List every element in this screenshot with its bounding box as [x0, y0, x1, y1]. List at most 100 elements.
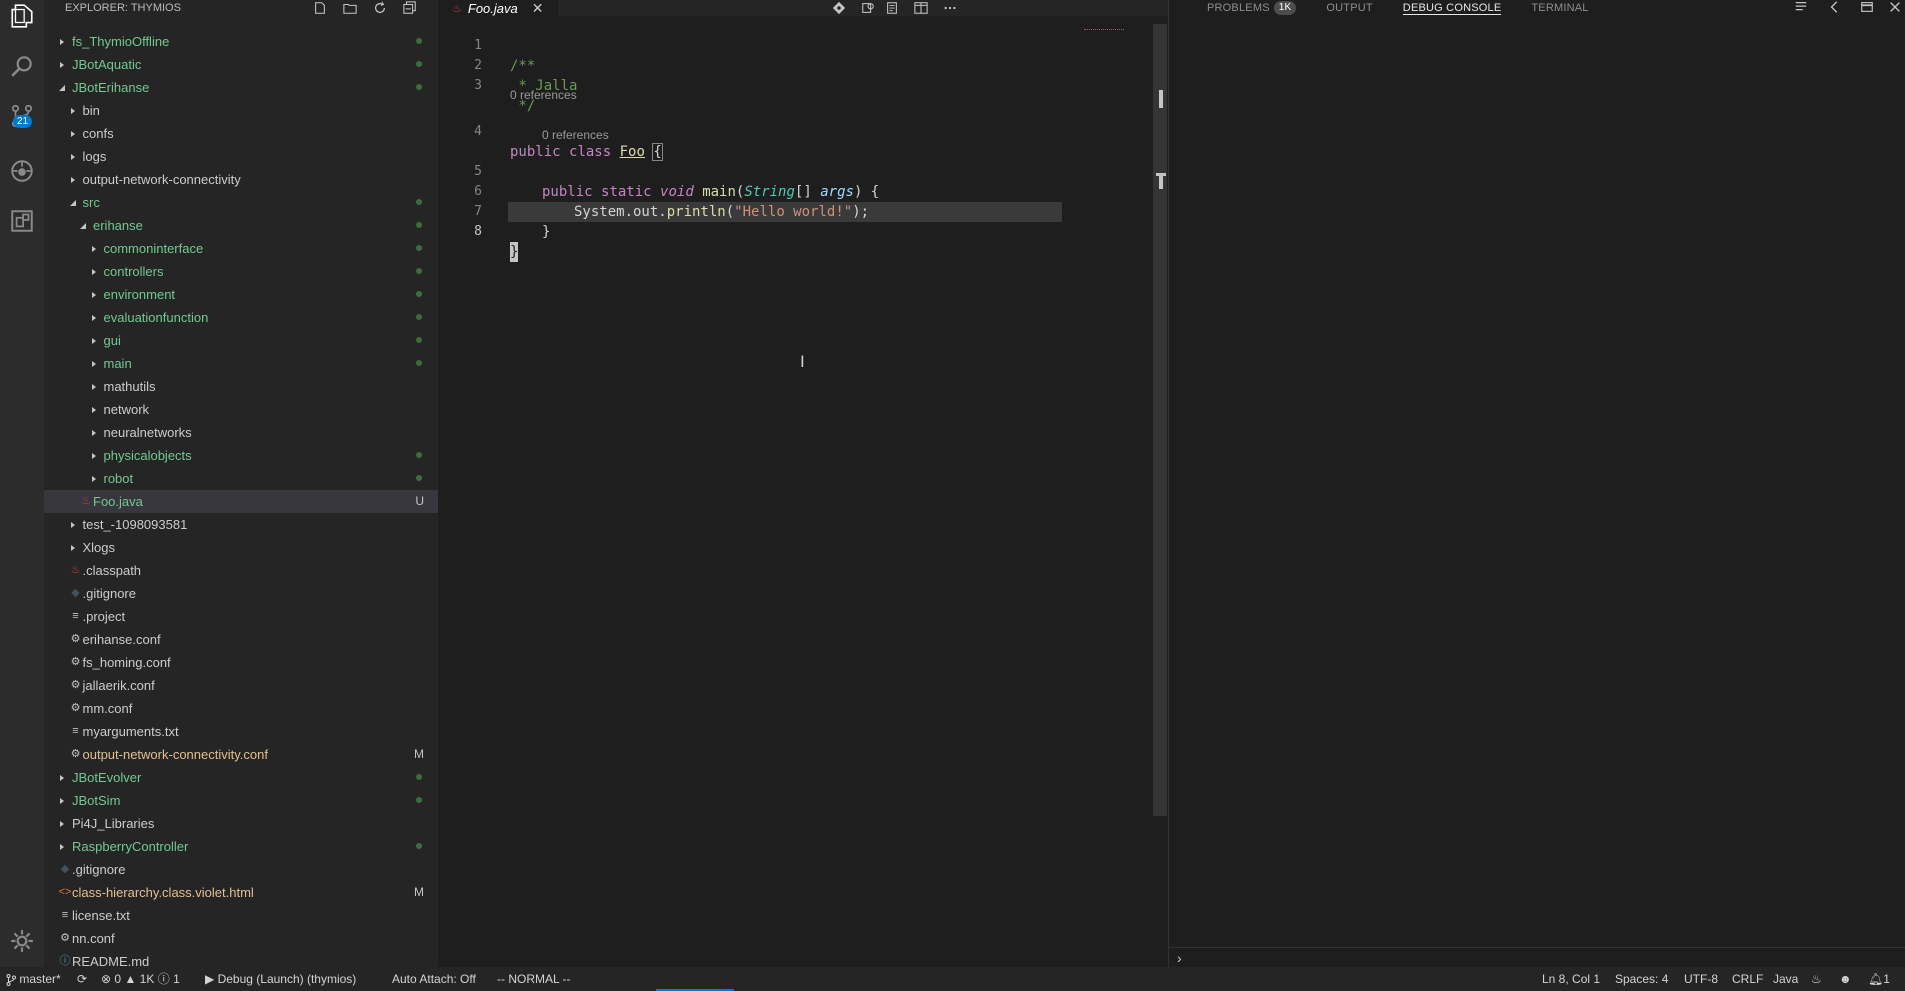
tab-debug-console[interactable]: DEBUG CONSOLE: [1402, 2, 1502, 15]
chevron-right-icon[interactable]: [88, 283, 100, 306]
line-ending-setting[interactable]: CRLF: [1732, 967, 1763, 991]
tree-folder[interactable]: confs: [44, 122, 438, 145]
chevron-right-icon[interactable]: [56, 835, 68, 858]
tree-folder[interactable]: JBotAquatic: [44, 53, 438, 76]
chevron-right-icon[interactable]: [56, 30, 68, 53]
tree-folder[interactable]: JBotSim: [44, 789, 438, 812]
tab-terminal[interactable]: TERMINAL: [1531, 2, 1588, 14]
editor-scrollbar[interactable]: [1153, 24, 1167, 816]
tree-folder[interactable]: src: [44, 191, 438, 214]
tree-folder[interactable]: physicalobjects: [44, 444, 438, 467]
tree-folder[interactable]: fs_ThymioOffline: [44, 30, 438, 53]
tree-file[interactable]: ⚙ output-network-connectivity.conf M: [44, 743, 438, 766]
tree-folder[interactable]: network: [44, 398, 438, 421]
auto-attach-toggle[interactable]: Auto Attach: Off: [392, 967, 476, 991]
tree-folder[interactable]: robot: [44, 467, 438, 490]
tree-folder[interactable]: output-network-connectivity: [44, 168, 438, 191]
files-icon[interactable]: [6, 0, 38, 32]
chevron-right-icon[interactable]: [56, 789, 68, 812]
clear-console-icon[interactable]: [1793, 0, 1809, 14]
chevron-right-icon[interactable]: [88, 260, 100, 283]
split-editor-icon[interactable]: [912, 0, 930, 16]
tree-file[interactable]: ⚙ mm.conf: [44, 697, 438, 720]
encoding-setting[interactable]: UTF-8: [1684, 967, 1718, 991]
close-icon[interactable]: ✕: [532, 0, 544, 17]
tree-file[interactable]: ⓘ README.md: [44, 950, 438, 967]
branch-indicator[interactable]: master*: [6, 967, 61, 991]
tree-folder[interactable]: RaspberryController: [44, 835, 438, 858]
chevron-right-icon[interactable]: [88, 329, 100, 352]
tab-foo-java[interactable]: ♨ Foo.java ✕: [438, 0, 558, 16]
debug-launch-config[interactable]: ▶ Debug (Launch) (thymios): [205, 967, 356, 991]
chevron-down-icon[interactable]: [67, 191, 79, 214]
tree-file[interactable]: ♨ Foo.java U: [44, 490, 438, 513]
chevron-right-icon[interactable]: [88, 421, 100, 444]
tree-file[interactable]: ◆ .gitignore: [44, 582, 438, 605]
refresh-icon[interactable]: [372, 1, 388, 15]
tree-folder[interactable]: environment: [44, 283, 438, 306]
tree-folder[interactable]: logs: [44, 145, 438, 168]
tree-folder[interactable]: JBotEvolver: [44, 766, 438, 789]
collapse-all-icon[interactable]: [402, 1, 418, 15]
tree-folder[interactable]: evaluationfunction: [44, 306, 438, 329]
chevron-right-icon[interactable]: [88, 375, 100, 398]
tree-file[interactable]: ≡ license.txt: [44, 904, 438, 927]
extensions-icon[interactable]: [6, 205, 38, 237]
tree-folder[interactable]: gui: [44, 329, 438, 352]
chevron-down-icon[interactable]: [77, 214, 89, 237]
tree-folder[interactable]: test_-1098093581: [44, 513, 438, 536]
tree-folder[interactable]: Pi4J_Libraries: [44, 812, 438, 835]
debug-console-input[interactable]: ›: [1169, 947, 1905, 967]
indentation-setting[interactable]: Spaces: 4: [1615, 967, 1668, 991]
tree-folder[interactable]: JBotErihanse: [44, 76, 438, 99]
chevron-right-icon[interactable]: [67, 145, 79, 168]
problems-indicator[interactable]: ⊗ 0 ▲ 1K ⓘ 1: [101, 967, 180, 991]
tab-output[interactable]: OUTPUT: [1326, 2, 1372, 14]
chevron-right-icon[interactable]: [88, 467, 100, 490]
chevron-down-icon[interactable]: [56, 76, 68, 99]
settings-gear-icon[interactable]: [6, 925, 38, 957]
cursor-position[interactable]: Ln 8, Col 1: [1542, 967, 1600, 991]
chevron-right-icon[interactable]: [67, 513, 79, 536]
tree-file[interactable]: ⚙ nn.conf: [44, 927, 438, 950]
tree-file[interactable]: ♨ .classpath: [44, 559, 438, 582]
chevron-right-icon[interactable]: [56, 53, 68, 76]
preview-icon[interactable]: [883, 0, 901, 16]
chevron-right-icon[interactable]: [88, 352, 100, 375]
feedback-smiley-icon[interactable]: ☻: [1839, 967, 1852, 991]
chevron-right-icon[interactable]: [88, 444, 100, 467]
tree-file[interactable]: ≡ myarguments.txt: [44, 720, 438, 743]
tree-folder[interactable]: controllers: [44, 260, 438, 283]
debug-icon[interactable]: [6, 155, 38, 187]
chevron-left-icon[interactable]: [1827, 0, 1843, 14]
tree-folder[interactable]: mathutils: [44, 375, 438, 398]
language-mode[interactable]: Java: [1773, 967, 1798, 991]
new-folder-icon[interactable]: [342, 1, 358, 15]
tree-folder[interactable]: bin: [44, 99, 438, 122]
tree-folder[interactable]: erihanse: [44, 214, 438, 237]
tree-file[interactable]: ⚙ jallaerik.conf: [44, 674, 438, 697]
minimap[interactable]: [1084, 29, 1124, 32]
java-status-icon[interactable]: ♨: [1811, 967, 1822, 991]
close-panel-icon[interactable]: [1887, 0, 1903, 14]
tree-file[interactable]: ⚙ erihanse.conf: [44, 628, 438, 651]
maximize-panel-icon[interactable]: [1859, 0, 1875, 14]
code-editor[interactable]: 1 /** 2 * Jalla 3 */ 0 references 4 publ…: [438, 16, 1168, 967]
tree-file[interactable]: ≡ .project: [44, 605, 438, 628]
chevron-right-icon[interactable]: [67, 99, 79, 122]
tree-file[interactable]: <> class-hierarchy.class.violet.html M: [44, 881, 438, 904]
tab-problems[interactable]: PROBLEMS 1K: [1207, 1, 1297, 15]
chevron-right-icon[interactable]: [56, 812, 68, 835]
tree-file[interactable]: ⚙ fs_homing.conf: [44, 651, 438, 674]
tree-folder[interactable]: Xlogs: [44, 536, 438, 559]
chevron-right-icon[interactable]: [88, 398, 100, 421]
chevron-right-icon[interactable]: [88, 237, 100, 260]
new-file-icon[interactable]: [312, 1, 328, 15]
notifications[interactable]: 🔔︎1: [1868, 967, 1890, 991]
chevron-right-icon[interactable]: [88, 306, 100, 329]
chevron-right-icon[interactable]: [56, 766, 68, 789]
tree-folder[interactable]: neuralnetworks: [44, 421, 438, 444]
chevron-right-icon[interactable]: [67, 168, 79, 191]
git-compare-icon[interactable]: [830, 0, 848, 16]
tree-file[interactable]: ◆ .gitignore: [44, 858, 438, 881]
